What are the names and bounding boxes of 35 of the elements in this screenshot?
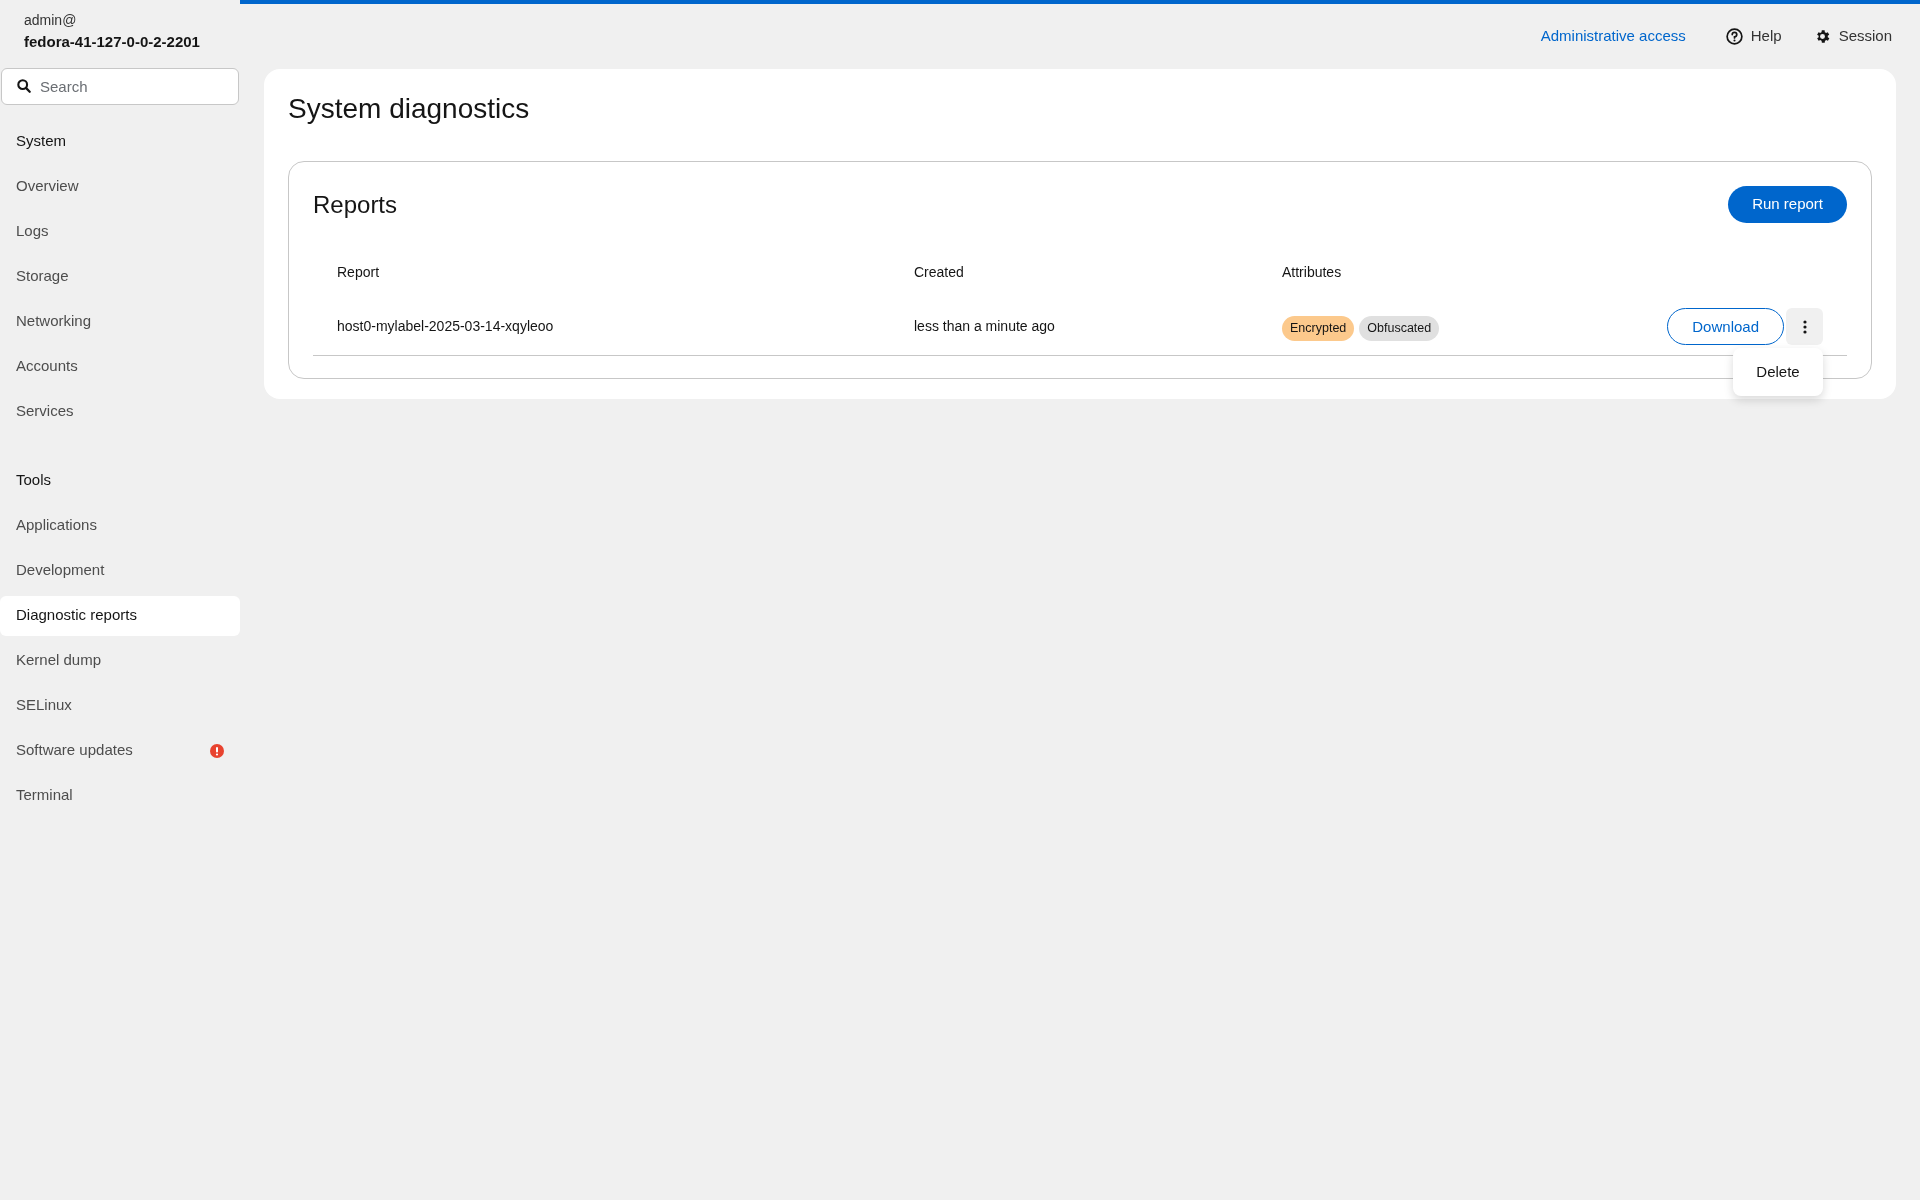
user-name: admin@	[24, 11, 78, 30]
kebab-icon	[1802, 319, 1807, 334]
nav-item[interactable]: Development	[0, 550, 240, 591]
column-header: Report	[337, 263, 380, 280]
run-report-button[interactable]: Run report	[1728, 186, 1847, 223]
nav-section-title: Tools	[15, 470, 53, 491]
nav-item[interactable]: Overview	[0, 166, 240, 207]
nav-item[interactable]: Terminal	[0, 775, 240, 816]
report-name: host0-mylabel-2025-03-14-xqyleoo	[337, 318, 554, 335]
session-button[interactable]: Session	[1813, 25, 1892, 48]
nav-item[interactable]: Logs	[0, 211, 240, 252]
nav-item[interactable]: Software updates	[0, 730, 240, 771]
reports-title: Reports	[313, 189, 398, 220]
nav-section-title: System	[15, 131, 67, 152]
search-field[interactable]: Search	[1, 68, 239, 105]
column-header: Created	[914, 263, 964, 280]
host-name: fedora-41-127-0-0-2-2201	[24, 32, 201, 52]
help-icon	[1725, 28, 1743, 45]
nav-item[interactable]: SELinux	[0, 685, 240, 726]
created-time: less than a minute ago	[914, 318, 1055, 335]
nav-item[interactable]: Applications	[0, 505, 240, 546]
attribute-tag: Encrypted	[1282, 316, 1355, 342]
nav-item[interactable]: Kernel dump	[0, 640, 240, 681]
attribute-tag: Obfuscated	[1359, 316, 1440, 342]
nav-item[interactable]: Accounts	[0, 346, 240, 387]
help-button[interactable]: Help	[1725, 25, 1782, 48]
nav-item[interactable]: Networking	[0, 301, 240, 342]
kebab-menu-button[interactable]	[1786, 308, 1823, 346]
page-title: System diagnostics	[288, 92, 531, 126]
nav-item[interactable]: Services	[0, 391, 240, 432]
column-header: Attributes	[1282, 263, 1342, 280]
administrative-access-link[interactable]: Administrative access	[1540, 25, 1686, 48]
nav-item[interactable]: Storage	[0, 256, 240, 297]
menu-item[interactable]: Delete	[1733, 356, 1823, 389]
nav-item[interactable]: Diagnostic reports	[0, 595, 240, 636]
